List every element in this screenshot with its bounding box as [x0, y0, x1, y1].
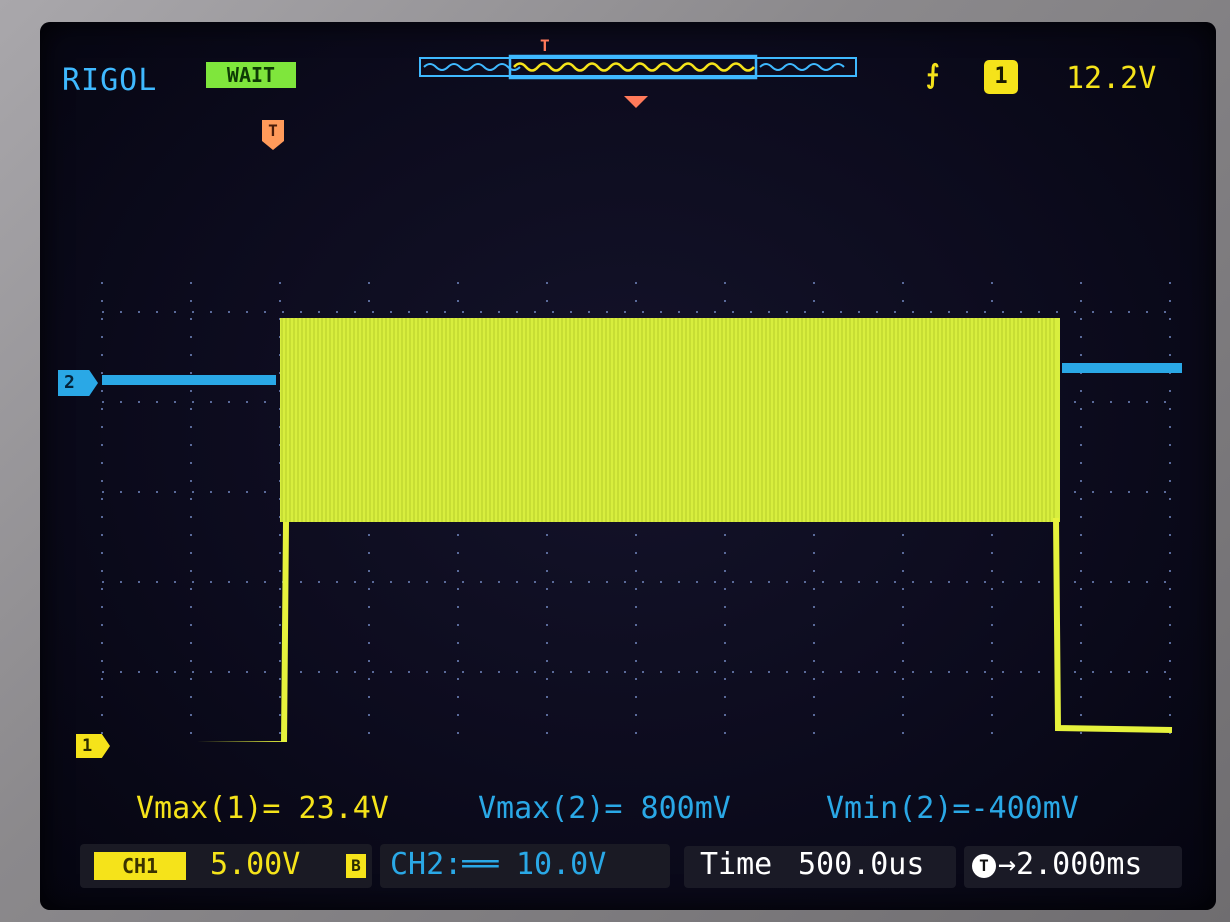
- memory-depth-indicator: [419, 54, 857, 80]
- ch1-trace-baseline: [196, 517, 1173, 742]
- trigger-source-badge: 1: [984, 60, 1018, 94]
- ch1-scale-readout: 5.00V: [210, 847, 301, 882]
- measurement-vmin-ch2: Vmin(2)=-400mV: [826, 791, 1079, 826]
- ch2-label: CH2:══: [390, 847, 499, 882]
- memory-trigger-marker: T: [540, 36, 550, 55]
- trigger-position-arrow: [624, 96, 648, 108]
- trigger-offset-readout: →2.000ms: [998, 847, 1143, 882]
- ch2-position-marker[interactable]: 2: [58, 370, 98, 396]
- trigger-offset-icon: T: [972, 854, 996, 878]
- brand-logo: RIGOL: [62, 63, 158, 98]
- status-bar: CH1 5.00V B CH2:══ 10.0V Time 500.0us T …: [80, 844, 1184, 892]
- waveform-display: [101, 282, 1182, 742]
- ch1-label: CH1: [94, 852, 186, 880]
- measurement-vmax-ch1: Vmax(1)= 23.4V: [136, 791, 389, 826]
- trigger-position-marker[interactable]: T: [262, 120, 284, 150]
- timebase-readout: 500.0us: [798, 847, 925, 882]
- timebase-label: Time: [700, 847, 773, 882]
- measurement-vmax-ch2: Vmax(2)= 800mV: [478, 791, 731, 826]
- run-status-badge: WAIT: [206, 62, 296, 88]
- oscilloscope-screen: RIGOL WAIT T ⨍ 1 12.2V T 2 1 Vmax(1)= 23…: [40, 22, 1216, 910]
- trigger-level-readout: 12.2V: [1066, 61, 1157, 96]
- rising-edge-icon: ⨍: [926, 60, 940, 90]
- ch2-scale-readout: 10.0V: [516, 847, 607, 882]
- bandwidth-limit-icon: B: [346, 854, 366, 878]
